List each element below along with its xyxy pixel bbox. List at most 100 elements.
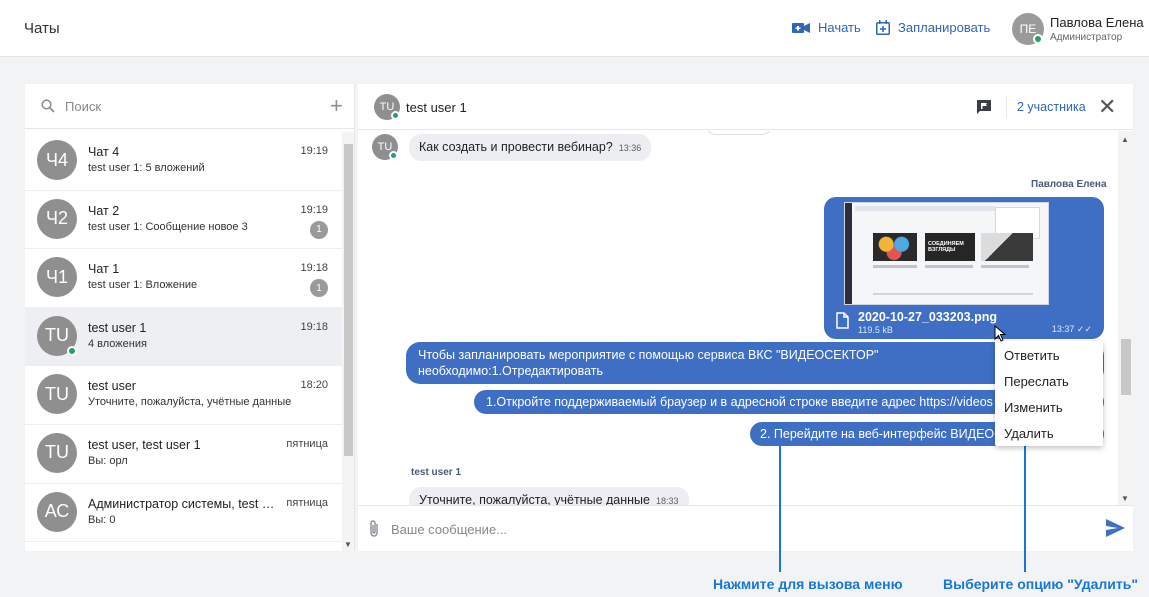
unread-badge: 1 xyxy=(310,220,328,239)
chat-avatar: АС xyxy=(37,491,77,532)
menu-item-delete[interactable]: Удалить xyxy=(1004,426,1054,441)
chat-list-item[interactable]: TU test user, test user 1 Вы: орл пятниц… xyxy=(25,425,342,484)
message-text-line: Чтобы запланировать мероприятие с помощь… xyxy=(418,348,879,362)
thumb-header-bar xyxy=(855,206,995,211)
conversation-header: TU test user 1 2 участника ✕ xyxy=(358,84,1133,130)
schedule-button[interactable]: Запланировать xyxy=(876,20,990,35)
conversation-panel: TU test user 1 2 участника ✕ TU Как созд… xyxy=(358,84,1133,551)
chat-list-item[interactable]: Ч4 Чат 4 test user 1: 5 вложений 19:19 xyxy=(25,132,342,191)
message-time: 13:36 xyxy=(618,143,642,153)
chat-time: 19:19 xyxy=(300,203,328,216)
conversation-title: test user 1 xyxy=(406,100,467,115)
thumb-image-1 xyxy=(873,233,917,261)
new-chat-button[interactable]: + xyxy=(330,95,343,117)
chat-name: Чат 2 xyxy=(88,203,120,218)
calendar-plus-icon xyxy=(876,20,890,35)
thumb-image-2: СОЕДИНЯЕМ ВЗГЛЯДЫ xyxy=(925,233,975,261)
chat-time: 19:18 xyxy=(300,320,328,333)
scroll-up-arrow-icon[interactable]: ▲ xyxy=(1121,135,1129,144)
chat-list-item[interactable]: Ч1 Чат 1 test user 1: Вложение 19:18 1 xyxy=(25,249,342,308)
start-call-button[interactable]: Начать xyxy=(792,20,861,35)
conversation-avatar: TU xyxy=(374,94,400,120)
start-call-label: Начать xyxy=(818,20,861,35)
chat-avatar: TU xyxy=(37,315,77,356)
online-status-icon xyxy=(67,345,77,356)
schedule-label: Запланировать xyxy=(898,20,991,35)
chat-list: Ч4 Чат 4 test user 1: 5 вложений 19:19 Ч… xyxy=(25,132,342,551)
message-text: 1.Откройте поддерживаемый браузер и в ад… xyxy=(486,395,993,409)
chat-preview: 4 вложения xyxy=(88,337,147,350)
chat-list-item-active[interactable]: TU test user 1 4 вложения 19:18 xyxy=(25,307,342,367)
message-avatar: TU xyxy=(372,134,398,160)
message-bubble-incoming[interactable]: Уточните, пожалуйста, учётные данные 18:3… xyxy=(409,487,689,505)
message-context-menu: Ответить Переслать Изменить Удалить xyxy=(995,341,1103,446)
page-title: Чаты xyxy=(24,20,60,37)
top-bar: Чаты Начать Запланировать ПЕ Павлова Еле… xyxy=(0,0,1149,57)
chat-avatar: TU xyxy=(37,374,77,415)
send-icon[interactable] xyxy=(1106,519,1125,537)
attachment-filesize: 119.5 kB xyxy=(858,325,893,335)
chat-name: Администратор системы, test user xyxy=(88,496,278,511)
attachment-message[interactable]: СОЕДИНЯЕМ ВЗГЛЯДЫ 2020-10-27_033203.png … xyxy=(824,197,1104,339)
chat-preview: test user 1: Вложение xyxy=(88,279,198,292)
chat-time: 19:19 xyxy=(300,145,328,157)
message-area: TU Как создать и провести вебинар? 13:36 … xyxy=(358,131,1118,505)
chat-time: 19:18 xyxy=(300,262,328,275)
scroll-down-arrow-icon[interactable]: ▼ xyxy=(344,540,352,549)
online-status-icon xyxy=(1033,34,1043,44)
thumb-text-line xyxy=(873,265,917,268)
search-icon xyxy=(41,99,55,113)
members-link[interactable]: 2 участника xyxy=(1017,100,1086,114)
scrollbar-thumb[interactable] xyxy=(344,144,353,456)
annotation-pointer-line xyxy=(779,446,781,572)
message-bubble-incoming[interactable]: Как создать и провести вебинар? 13:36 xyxy=(409,134,652,161)
thumb-footer-line xyxy=(873,293,1033,295)
scrollbar-thumb[interactable] xyxy=(1121,339,1131,395)
chat-sidebar: Поиск + Ч4 Чат 4 test user 1: 5 вложений… xyxy=(25,84,355,551)
menu-item-forward[interactable]: Переслать xyxy=(1004,374,1069,389)
message-text: Как создать и провести вебинар? xyxy=(419,140,613,154)
menu-item-edit[interactable]: Изменить xyxy=(1004,400,1063,415)
chat-list-item[interactable]: АС Администратор системы, test user Вы: … xyxy=(25,484,342,543)
search-input[interactable]: Поиск xyxy=(65,99,101,114)
user-initials: ПЕ xyxy=(1019,22,1037,36)
message-composer: Ваше сообщение... xyxy=(358,505,1133,551)
search-bar: Поиск + xyxy=(25,84,354,129)
previous-message-fragment xyxy=(706,131,772,135)
close-icon[interactable]: ✕ xyxy=(1098,96,1116,118)
chat-preview: test user 1: 5 вложений xyxy=(88,162,205,174)
chat-list-item[interactable]: Ч2 Чат 2 test user 1: Сообщение новое 3 … xyxy=(25,191,342,250)
thumb-image-3 xyxy=(981,233,1033,261)
online-status-icon xyxy=(391,111,400,120)
chat-avatar: Ч4 xyxy=(37,140,77,180)
thumb-sidebar xyxy=(845,203,852,304)
menu-item-reply[interactable]: Ответить xyxy=(1004,348,1060,363)
paperclip-icon[interactable] xyxy=(368,519,380,539)
annotation-pointer-line xyxy=(1024,443,1026,572)
annotation-choose-delete: Выберите опцию "Удалить" xyxy=(943,576,1138,592)
chat-flag-icon[interactable] xyxy=(976,99,992,115)
chat-time: 18:20 xyxy=(300,379,328,392)
chat-list-item[interactable]: TU test user Уточните, пожалуйста, учётн… xyxy=(25,366,342,425)
chat-avatar: Ч2 xyxy=(37,198,77,239)
chat-name: test user 1 xyxy=(88,320,147,335)
thumb-text-line xyxy=(925,265,973,268)
chat-list-scrollbar[interactable]: ▼ xyxy=(342,132,354,551)
attachment-time-text: 13:37 xyxy=(1051,324,1075,334)
file-icon xyxy=(836,312,849,329)
attachment-filename: 2020-10-27_033203.png xyxy=(858,310,997,324)
attachment-thumbnail[interactable]: СОЕДИНЯЕМ ВЗГЛЯДЫ xyxy=(844,202,1049,305)
messages-scrollbar[interactable]: ▲ ▼ xyxy=(1118,131,1133,505)
user-avatar[interactable]: ПЕ xyxy=(1012,13,1044,45)
online-status-icon xyxy=(389,151,398,160)
header-divider xyxy=(1006,96,1007,118)
chat-avatar: TU xyxy=(37,432,77,473)
message-text-line: необходимо:1.Отредактировать xyxy=(418,364,604,378)
message-sender: Павлова Елена xyxy=(1031,179,1107,190)
message-sender: test user 1 xyxy=(411,467,462,478)
scroll-down-arrow-icon[interactable]: ▼ xyxy=(1121,494,1129,503)
message-input[interactable]: Ваше сообщение... xyxy=(391,522,507,537)
chat-avatar-initials: TU xyxy=(45,325,69,346)
read-checkmarks-icon: ✓✓ xyxy=(1076,324,1092,334)
chat-time: пятница xyxy=(286,496,328,509)
